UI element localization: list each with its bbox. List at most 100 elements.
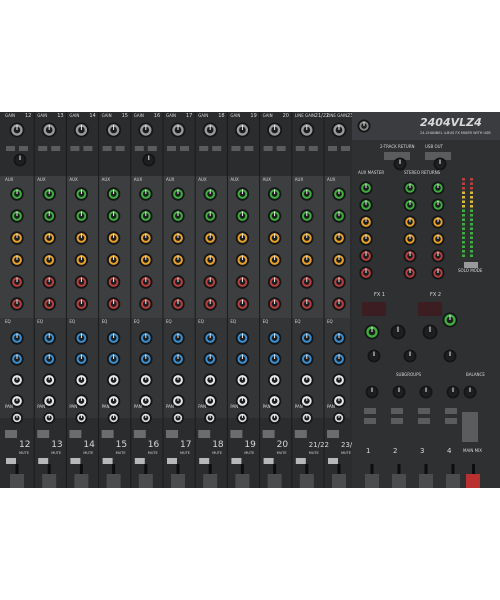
pan-knob[interactable] bbox=[236, 412, 249, 424]
eq-knob-1[interactable] bbox=[300, 331, 314, 345]
subgroup-fader-cap[interactable] bbox=[365, 474, 379, 488]
aux-send-knob-4[interactable] bbox=[10, 253, 24, 267]
subgroup-knob-4[interactable] bbox=[446, 385, 460, 399]
aux-send-knob-3[interactable] bbox=[332, 231, 346, 245]
eq-knob-1[interactable] bbox=[139, 331, 153, 345]
aux-send-knob-6[interactable] bbox=[300, 297, 314, 311]
solo-button[interactable] bbox=[70, 458, 81, 464]
eq-knob-1[interactable] bbox=[235, 331, 250, 345]
low-cut-button[interactable] bbox=[70, 146, 80, 151]
eq-knob-3[interactable] bbox=[10, 373, 24, 387]
aux-send-knob-4[interactable] bbox=[171, 253, 185, 267]
fader-cap[interactable] bbox=[171, 474, 185, 488]
pan-knob[interactable] bbox=[300, 412, 313, 424]
subgroup-button[interactable] bbox=[391, 418, 403, 424]
pan-knob[interactable] bbox=[172, 412, 184, 424]
eq-knob-3[interactable] bbox=[42, 373, 56, 387]
fader-cap[interactable] bbox=[42, 474, 57, 488]
low-cut-button[interactable] bbox=[167, 146, 176, 151]
mute-button[interactable] bbox=[101, 430, 114, 438]
aux-send-knob-1[interactable] bbox=[203, 187, 217, 201]
stereo-return-1-knob-4[interactable] bbox=[403, 232, 417, 246]
mute-button[interactable] bbox=[37, 430, 50, 438]
mute-button[interactable] bbox=[166, 430, 178, 438]
mute-button[interactable] bbox=[198, 430, 211, 438]
eq-knob-2[interactable] bbox=[106, 352, 121, 366]
subgroup-button[interactable] bbox=[445, 418, 457, 424]
low-cut-button[interactable] bbox=[231, 146, 241, 151]
eq-knob-1[interactable] bbox=[267, 331, 282, 345]
subgroup-knob-3[interactable] bbox=[419, 385, 433, 399]
mute-button[interactable] bbox=[5, 430, 17, 438]
fx-return-knob[interactable] bbox=[443, 349, 457, 363]
solo-button[interactable] bbox=[102, 458, 113, 464]
aux-send-knob-6[interactable] bbox=[139, 297, 153, 311]
gain-knob[interactable] bbox=[299, 122, 315, 138]
pan-knob[interactable] bbox=[43, 412, 56, 424]
trim-knob[interactable] bbox=[13, 153, 27, 167]
aux-send-knob-4[interactable] bbox=[203, 253, 217, 267]
gain-knob[interactable] bbox=[9, 122, 25, 138]
aux-send-knob-4[interactable] bbox=[235, 253, 250, 267]
eq-knob-1[interactable] bbox=[106, 331, 121, 345]
eq-knob-3[interactable] bbox=[171, 373, 185, 387]
eq-knob-3[interactable] bbox=[300, 373, 314, 387]
aux-send-knob-6[interactable] bbox=[10, 297, 24, 311]
subgroup-fader-cap[interactable] bbox=[392, 474, 406, 488]
gain-knob[interactable] bbox=[138, 122, 154, 138]
aux-send-knob-1[interactable] bbox=[139, 187, 153, 201]
pan-knob[interactable] bbox=[268, 412, 281, 424]
gain-knob[interactable] bbox=[73, 122, 89, 138]
eq-knob-1[interactable] bbox=[74, 331, 89, 345]
solo-button[interactable] bbox=[231, 458, 242, 464]
aux-send-knob-4[interactable] bbox=[42, 253, 56, 267]
aux-send-knob-2[interactable] bbox=[106, 209, 121, 223]
eq-knob-1[interactable] bbox=[203, 331, 217, 345]
pan-knob[interactable] bbox=[139, 412, 152, 424]
fx2-knob[interactable] bbox=[442, 312, 458, 328]
eq-knob-3[interactable] bbox=[106, 373, 121, 387]
main-mix-buttons[interactable] bbox=[462, 412, 478, 442]
low-cut-button[interactable] bbox=[199, 146, 209, 151]
fader-cap[interactable] bbox=[138, 474, 153, 488]
aux-send-knob-4[interactable] bbox=[332, 253, 346, 267]
aux-master-knob-1[interactable] bbox=[359, 181, 373, 195]
aux-send-knob-3[interactable] bbox=[42, 231, 56, 245]
aux-master-knob-2[interactable] bbox=[359, 198, 373, 212]
insert-button[interactable] bbox=[308, 146, 318, 151]
solo-button[interactable] bbox=[295, 458, 306, 464]
aux-send-knob-2[interactable] bbox=[139, 209, 153, 223]
stereo-return-2-knob-6[interactable] bbox=[431, 266, 445, 280]
main-fader-cap[interactable] bbox=[466, 474, 480, 488]
pan-knob[interactable] bbox=[333, 412, 345, 424]
gain-knob[interactable] bbox=[106, 122, 122, 138]
balance-knob[interactable] bbox=[463, 385, 477, 399]
aux-send-knob-3[interactable] bbox=[139, 231, 153, 245]
aux-send-knob-6[interactable] bbox=[171, 297, 185, 311]
subgroup-knob-1[interactable] bbox=[365, 385, 379, 399]
fader-cap[interactable] bbox=[10, 474, 24, 488]
two-track-level-knob[interactable] bbox=[393, 157, 407, 171]
eq-knob-2[interactable] bbox=[332, 352, 346, 366]
aux-send-knob-1[interactable] bbox=[42, 187, 56, 201]
aux-send-knob-1[interactable] bbox=[235, 187, 250, 201]
eq-knob-2[interactable] bbox=[10, 352, 24, 366]
aux-send-knob-1[interactable] bbox=[171, 187, 185, 201]
fader-cap[interactable] bbox=[332, 474, 346, 488]
eq-knob-1[interactable] bbox=[332, 331, 346, 345]
low-cut-button[interactable] bbox=[6, 146, 15, 151]
gain-knob[interactable] bbox=[331, 122, 347, 138]
solo-button[interactable] bbox=[134, 458, 145, 464]
stereo-return-2-knob-3[interactable] bbox=[431, 215, 445, 229]
aux-send-knob-3[interactable] bbox=[235, 231, 250, 245]
aux-send-knob-4[interactable] bbox=[74, 253, 89, 267]
eq-knob-2[interactable] bbox=[203, 352, 217, 366]
eq-knob-1[interactable] bbox=[10, 331, 24, 345]
stereo-return-1-knob-2[interactable] bbox=[403, 198, 417, 212]
solo-button[interactable] bbox=[167, 458, 177, 464]
insert-button[interactable] bbox=[147, 146, 157, 151]
stereo-return-1-knob-3[interactable] bbox=[403, 215, 417, 229]
aux-send-knob-5[interactable] bbox=[139, 275, 153, 289]
aux-send-knob-2[interactable] bbox=[203, 209, 217, 223]
aux-send-knob-2[interactable] bbox=[10, 209, 24, 223]
